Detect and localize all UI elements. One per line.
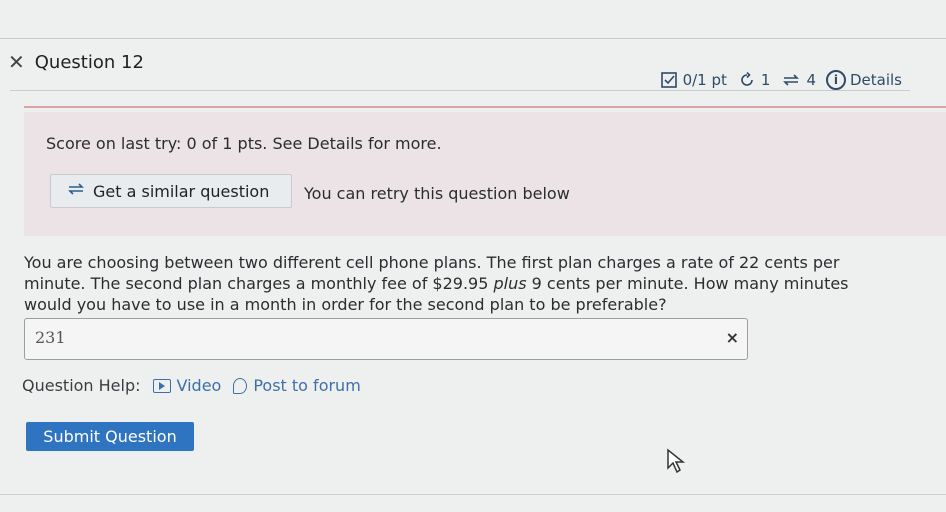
close-icon[interactable]: ✕: [8, 50, 25, 74]
incorrect-mark-icon: ×: [725, 328, 739, 347]
question-help: Question Help: Video Post to forum: [22, 376, 361, 395]
retries-count: 1: [760, 71, 771, 89]
video-icon: [152, 378, 171, 393]
retry-icon: [739, 72, 755, 88]
forum-link[interactable]: Post to forum: [233, 376, 361, 395]
question-text: You are choosing between two different c…: [24, 252, 864, 315]
info-icon: i: [825, 70, 846, 90]
question-title: Question 12: [34, 51, 144, 73]
details-button[interactable]: i Details: [825, 70, 902, 90]
header-divider: [10, 90, 910, 91]
attempts-icon: [782, 72, 800, 88]
feedback-panel: Score on last try: 0 of 1 pts. See Detai…: [24, 112, 946, 236]
details-label: Details: [849, 71, 902, 89]
retry-message: You can retry this question below: [304, 184, 570, 203]
submit-button[interactable]: Submit Question: [26, 422, 194, 451]
video-link[interactable]: Video: [152, 376, 222, 395]
score-feedback: Score on last try: 0 of 1 pts. See Detai…: [46, 134, 442, 153]
question-meta: 0/1 pt 1 4 i Details: [660, 70, 902, 90]
mouse-cursor-icon: [666, 448, 688, 478]
answer-value: 231: [35, 328, 66, 347]
help-label: Question Help:: [22, 376, 141, 395]
top-divider: [0, 38, 946, 39]
forum-icon: [233, 377, 248, 394]
similar-question-label: Get a similar question: [93, 181, 270, 201]
forum-label: Post to forum: [253, 376, 361, 395]
video-label: Video: [176, 376, 222, 395]
question-header: ✕ Question 12: [8, 50, 144, 74]
similar-question-icon: [67, 181, 85, 201]
answer-input[interactable]: 231 ×: [24, 318, 748, 360]
question-text-italic: plus: [493, 274, 527, 293]
score-label: 0/1 pt: [682, 71, 727, 89]
bottom-divider: [0, 494, 946, 495]
attempts-count: 4: [806, 71, 816, 89]
feedback-divider: [24, 106, 946, 108]
similar-question-button[interactable]: Get a similar question: [50, 174, 292, 208]
score-checkbox-icon: [660, 72, 677, 88]
